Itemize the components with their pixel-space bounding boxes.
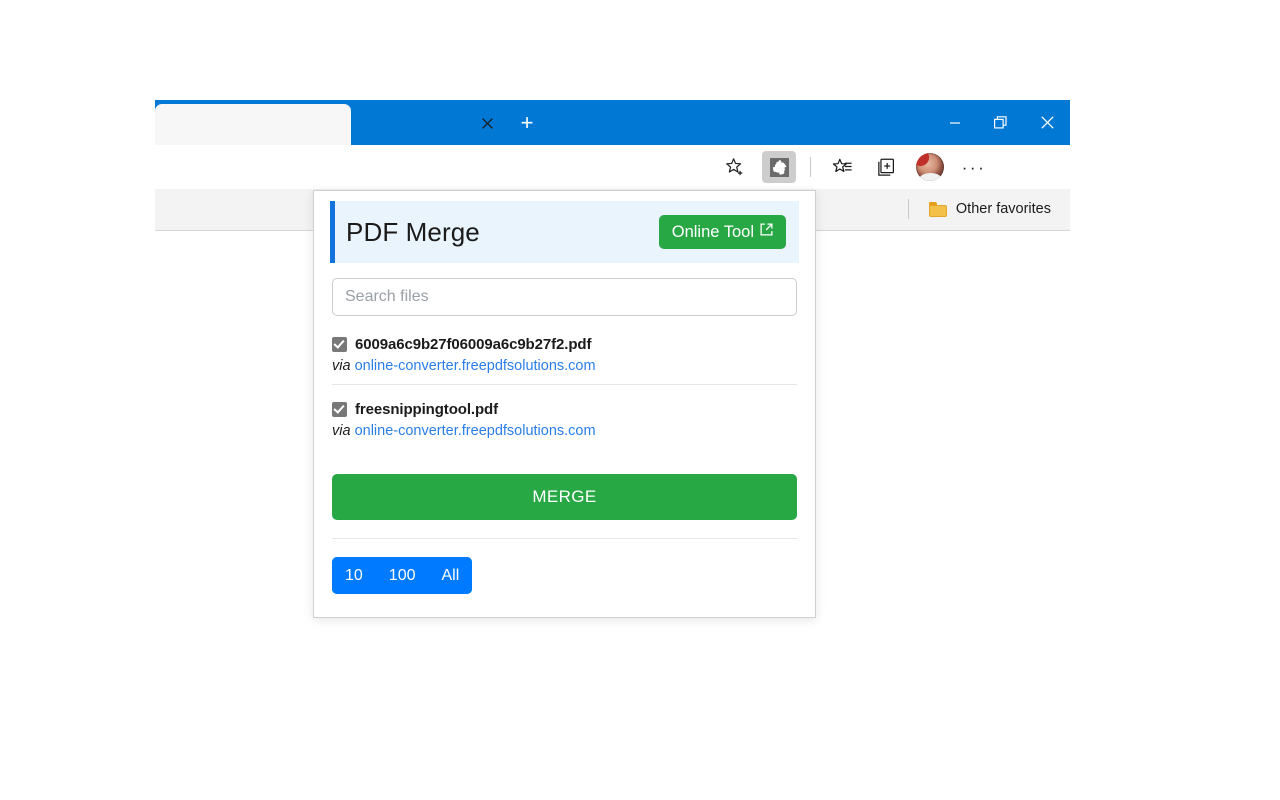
via-label: via [332, 423, 351, 439]
settings-and-more-button[interactable]: ··· [957, 151, 991, 183]
window-controls [932, 100, 1070, 145]
list-item: freesnippingtool.pdf via online-converte… [332, 384, 797, 449]
close-icon [1040, 116, 1054, 129]
file-source-link[interactable]: online-converter.freepdfsolutions.com [355, 358, 596, 374]
collections-button[interactable] [869, 151, 903, 183]
restore-icon [994, 115, 1007, 129]
file-checkbox[interactable] [332, 402, 347, 417]
page-size-100-button[interactable]: 100 [375, 557, 429, 595]
file-checkbox[interactable] [332, 337, 347, 352]
via-label: via [332, 358, 351, 374]
list-item: 6009a6c9b27f06009a6c9b27f2.pdf via onlin… [332, 328, 797, 384]
file-row: 6009a6c9b27f06009a6c9b27f2.pdf [332, 336, 797, 353]
page-size-all-button[interactable]: All [428, 557, 473, 595]
add-favorite-button[interactable] [718, 151, 752, 183]
search-input[interactable] [332, 278, 797, 316]
favorites-list-button[interactable] [825, 151, 859, 183]
window-minimize-button[interactable] [932, 100, 978, 145]
toolbar-divider [810, 157, 811, 177]
merge-button[interactable]: MERGE [332, 474, 797, 520]
other-favorites-folder[interactable]: Other favorites [923, 197, 1057, 221]
minimize-icon [950, 121, 960, 124]
extension-button[interactable] [762, 151, 796, 183]
merge-button-wrap: MERGE [332, 474, 797, 520]
online-tool-button[interactable]: Online Tool [658, 214, 786, 250]
profile-button[interactable] [913, 151, 947, 183]
plus-icon: + [520, 110, 534, 135]
favorites-bar-right: Other favorites [907, 189, 1057, 229]
browser-toolbar: ··· [155, 145, 1070, 189]
popup-header: PDF Merge Online Tool [330, 201, 799, 263]
window-close-button[interactable] [1024, 100, 1070, 145]
file-list: 6009a6c9b27f06009a6c9b27f2.pdf via onlin… [332, 328, 797, 449]
avatar [916, 153, 944, 181]
toolbar-icon-group: ··· [713, 145, 996, 189]
browser-tab-active[interactable] [155, 104, 351, 145]
file-name: 6009a6c9b27f06009a6c9b27f2.pdf [355, 336, 592, 353]
file-row: freesnippingtool.pdf [332, 401, 797, 418]
browser-titlebar: + [155, 100, 1070, 145]
new-tab-button[interactable]: + [513, 110, 541, 136]
pager-divider [332, 538, 797, 539]
pdf-merge-extension-popup: PDF Merge Online Tool 6009a6c9b2 [313, 190, 816, 618]
screen: + ··· Other favorites PDF Merge Online T… [0, 0, 1280, 800]
search-field-wrap [332, 278, 797, 316]
file-source: via online-converter.freepdfsolutions.co… [332, 423, 797, 439]
file-name: freesnippingtool.pdf [355, 401, 498, 418]
other-favorites-label: Other favorites [955, 201, 1051, 217]
external-link-icon [760, 222, 773, 236]
page-size-10-button[interactable]: 10 [332, 557, 376, 595]
page-size-group: 10 100 All [332, 557, 473, 595]
extension-puzzle-icon [769, 157, 789, 177]
tab-close-button[interactable] [475, 111, 499, 135]
collections-icon [877, 158, 894, 176]
add-favorite-star-icon [726, 158, 743, 176]
page-title: PDF Merge [346, 216, 480, 247]
window-restore-button[interactable] [978, 100, 1024, 145]
settings-more-icon: ··· [961, 157, 987, 177]
file-source-link[interactable]: online-converter.freepdfsolutions.com [355, 423, 596, 439]
favorites-list-icon [832, 158, 852, 172]
folder-icon [928, 201, 947, 217]
file-source: via online-converter.freepdfsolutions.co… [332, 358, 797, 374]
close-icon [481, 117, 493, 129]
favorites-divider [907, 199, 909, 219]
online-tool-label: Online Tool [671, 222, 754, 241]
